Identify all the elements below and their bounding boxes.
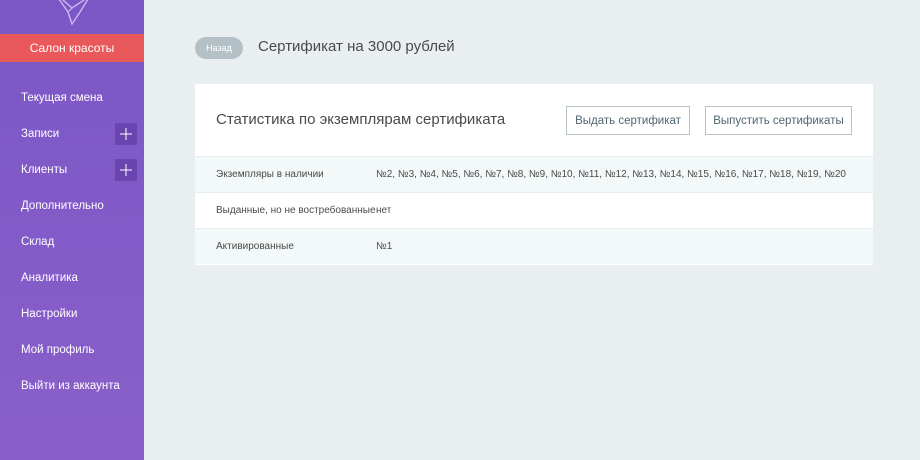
table-row: Выданные, но не востребованные нет [195,192,873,228]
card-title: Статистика по экземплярам сертификата [216,111,506,128]
sidebar-item-current-shift[interactable]: Текущая смена [0,80,144,116]
sidebar: Салон красоты Текущая смена Записи Клиен… [0,0,144,460]
back-button[interactable]: Назад [195,37,243,59]
sidebar-item-label: Клиенты [21,164,68,176]
sidebar-item-appointments[interactable]: Записи [0,116,144,152]
sidebar-item-label: Текущая смена [21,92,103,104]
sidebar-item-settings[interactable]: Настройки [0,296,144,332]
table-row: Экземпляры в наличии №2, №3, №4, №5, №6,… [195,156,873,192]
salon-button[interactable]: Салон красоты [0,34,144,62]
sidebar-item-label: Склад [21,236,55,248]
sidebar-item-label: Выйти из аккаунта [21,380,120,392]
sidebar-item-label: Аналитика [21,272,78,284]
stats-table: Экземпляры в наличии №2, №3, №4, №5, №6,… [195,156,873,264]
row-label: Активированные [216,241,294,252]
row-value: №1 [376,241,393,252]
sidebar-item-additional[interactable]: Дополнительно [0,188,144,224]
sidebar-item-profile[interactable]: Мой профиль [0,332,144,368]
sidebar-nav: Текущая смена Записи Клиенты Дополнитель… [0,80,144,404]
bird-logo-icon[interactable] [50,0,94,26]
row-label: Экземпляры в наличии [216,169,324,180]
row-label: Выданные, но не востребованные [216,205,376,216]
sidebar-item-clients[interactable]: Клиенты [0,152,144,188]
sidebar-item-logout[interactable]: Выйти из аккаунта [0,368,144,404]
page-title: Сертификат на 3000 рублей [258,38,455,55]
sidebar-item-label: Записи [21,128,60,140]
plus-icon[interactable] [115,123,137,145]
plus-icon[interactable] [115,159,137,181]
sidebar-item-label: Настройки [21,308,78,320]
release-certificates-button[interactable]: Выпустить сертификаты [705,106,852,135]
row-value: №2, №3, №4, №5, №6, №7, №8, №9, №10, №11… [376,169,846,180]
sidebar-item-warehouse[interactable]: Склад [0,224,144,260]
issue-certificate-button[interactable]: Выдать сертификат [566,106,690,135]
sidebar-item-analytics[interactable]: Аналитика [0,260,144,296]
sidebar-item-label: Дополнительно [21,200,104,212]
row-value: нет [376,205,392,216]
sidebar-item-label: Мой профиль [21,344,95,356]
table-row: Активированные №1 [195,228,873,264]
certificate-stats-card: Статистика по экземплярам сертификата Вы… [195,84,873,265]
